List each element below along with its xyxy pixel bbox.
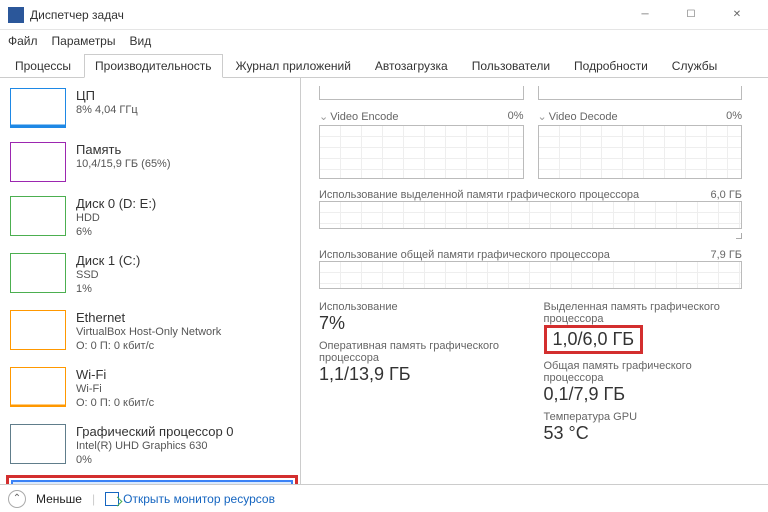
- shared-mem-graph: [319, 261, 742, 289]
- maximize-button[interactable]: ☐: [668, 0, 714, 30]
- tab-app-history[interactable]: Журнал приложений: [225, 54, 362, 77]
- menu-options[interactable]: Параметры: [52, 34, 116, 48]
- collapse-button[interactable]: ⌃: [8, 490, 26, 508]
- ethernet-thumb: [10, 310, 66, 350]
- sidebar-item-cpu[interactable]: ЦП8% 4,04 ГГц: [6, 82, 298, 134]
- menu-view[interactable]: Вид: [129, 34, 151, 48]
- memory-thumb: [10, 142, 66, 182]
- tab-details[interactable]: Подробности: [563, 54, 659, 77]
- cpu-thumb: [10, 88, 66, 128]
- titlebar: Диспетчер задач ─ ☐ ✕: [0, 0, 768, 30]
- menubar: Файл Параметры Вид: [0, 30, 768, 52]
- sidebar-item-gpu0[interactable]: Графический процессор 0Intel(R) UHD Grap…: [6, 418, 298, 473]
- resource-monitor-icon: [105, 492, 119, 506]
- gpu-thumb: [10, 424, 66, 464]
- tab-services[interactable]: Службы: [661, 54, 728, 77]
- window-title: Диспетчер задач: [30, 8, 622, 22]
- annotation-highlight-sidebar: Графический процессор 1NVIDIA GeForce GT…: [6, 475, 298, 484]
- tabbar: Процессы Производительность Журнал прило…: [0, 52, 768, 78]
- open-resource-monitor-link[interactable]: Открыть монитор ресурсов: [105, 492, 275, 506]
- chevron-down-icon: ⌄: [319, 111, 328, 123]
- dedicated-mem-label: Использование выделенной памяти графичес…: [319, 189, 639, 201]
- annotation-highlight-value: 1,0/6,0 ГБ: [544, 325, 644, 354]
- stat-usage: 7%: [319, 313, 518, 334]
- sidebar-item-disk1[interactable]: Диск 1 (C:)SSD1%: [6, 247, 298, 302]
- minimize-button[interactable]: ─: [622, 0, 668, 30]
- tab-processes[interactable]: Процессы: [4, 54, 82, 77]
- sidebar-item-memory[interactable]: Память10,4/15,9 ГБ (65%): [6, 136, 298, 188]
- wifi-thumb: [10, 367, 66, 407]
- chart-video-decode[interactable]: ⌄Video Decode0%: [538, 110, 743, 179]
- video-decode-graph: [538, 125, 743, 179]
- detail-pane: ⌄Video Encode0% ⌄Video Decode0% Использо…: [301, 78, 760, 484]
- app-icon: [8, 7, 24, 23]
- sidebar-item-wifi[interactable]: Wi-FiWi-FiО: 0 П: 0 кбит/с: [6, 361, 298, 416]
- tab-users[interactable]: Пользователи: [461, 54, 561, 77]
- footer: ⌃ Меньше | Открыть монитор ресурсов: [0, 484, 768, 512]
- tab-startup[interactable]: Автозагрузка: [364, 54, 459, 77]
- scale-tick-icon: [736, 233, 742, 239]
- disk-thumb: [10, 253, 66, 293]
- video-encode-graph: [319, 125, 524, 179]
- sidebar-item-disk0[interactable]: Диск 0 (D: E:)HDD6%: [6, 190, 298, 245]
- chart-video-encode[interactable]: ⌄Video Encode0%: [319, 110, 524, 179]
- shared-mem-label: Использование общей памяти графического …: [319, 249, 610, 261]
- sidebar-item-ethernet[interactable]: EthernetVirtualBox Host-Only NetworkО: 0…: [6, 304, 298, 359]
- dedicated-mem-graph: [319, 201, 742, 229]
- chevron-down-icon: ⌄: [538, 111, 547, 123]
- menu-file[interactable]: Файл: [8, 34, 38, 48]
- close-button[interactable]: ✕: [714, 0, 760, 30]
- fewer-details-label[interactable]: Меньше: [36, 492, 82, 506]
- stat-temperature: 53 °C: [544, 423, 743, 444]
- sidebar-item-gpu1[interactable]: Графический процессор 1NVIDIA GeForce GT…: [11, 480, 293, 484]
- chart-truncated: [319, 86, 524, 100]
- tab-performance[interactable]: Производительность: [84, 54, 222, 78]
- disk-thumb: [10, 196, 66, 236]
- chart-truncated: [538, 86, 743, 100]
- sidebar[interactable]: ЦП8% 4,04 ГГц Память10,4/15,9 ГБ (65%) Д…: [0, 78, 301, 484]
- stat-gpu-ram: 1,1/13,9 ГБ: [319, 364, 518, 385]
- stat-shared-mem: 0,1/7,9 ГБ: [544, 384, 743, 405]
